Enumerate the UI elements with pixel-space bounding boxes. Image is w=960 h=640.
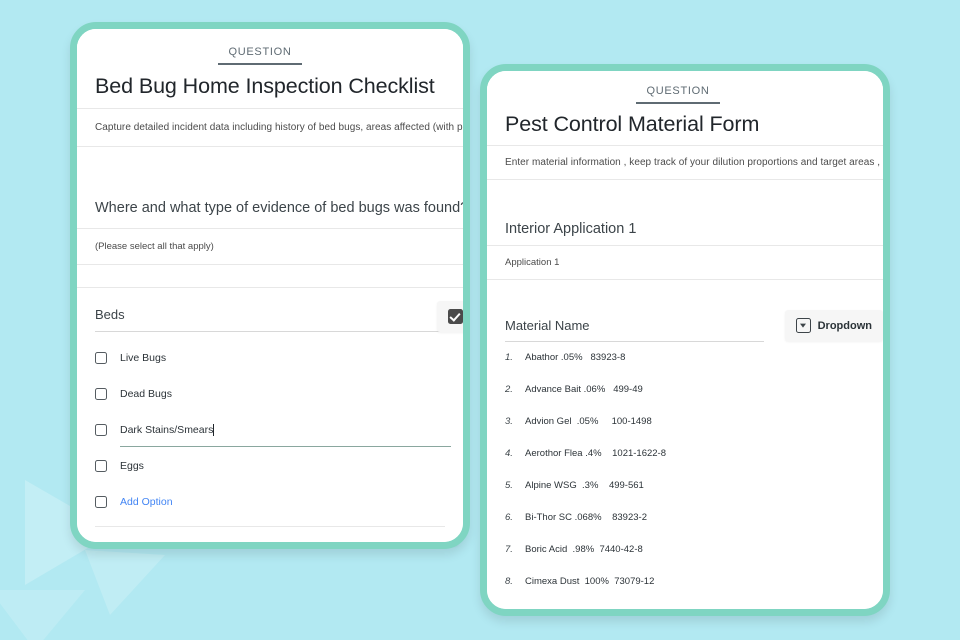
option-label: Eggs [120, 460, 144, 472]
option-row-dark-stains[interactable]: Dark Stains/Smears [95, 412, 451, 448]
option-row-add-option[interactable]: Add Option [95, 484, 445, 520]
option-edit-underline [120, 445, 451, 447]
form-title: Bed Bug Home Inspection Checklist [95, 74, 435, 98]
card-1-title-row: Bed Bug Home Inspection Checklist [77, 65, 463, 109]
material-number: 8. [505, 576, 513, 587]
text-cursor [213, 424, 215, 436]
option-label-editing[interactable]: Dark Stains/Smears [120, 424, 213, 436]
dropdown-type-chip[interactable]: Dropdown [784, 310, 883, 341]
question-text: Where and what type of evidence of bed b… [95, 199, 463, 216]
card-1-divider-gap [77, 265, 463, 288]
card-bed-bug-checklist: QUESTION Bed Bug Home Inspection Checkli… [70, 22, 470, 549]
material-number: 9. [505, 608, 525, 609]
form-title: Pest Control Material Form [505, 112, 760, 136]
card-2-description-row: Enter material information , keep track … [487, 146, 883, 180]
material-text: Bi-Thor SC .068% 83923-2 [525, 512, 647, 523]
material-row[interactable]: 7. Boric Acid .98% 7440-42-8 [505, 544, 865, 576]
material-text: Boric Acid .98% 7440-42-8 [525, 544, 643, 555]
material-number: 3. [505, 416, 513, 427]
card-1-description-row: Capture detailed incident data including… [77, 109, 463, 147]
checkbox-type-chip[interactable]: C [437, 301, 463, 332]
option-row-dead-bugs[interactable]: Dead Bugs [95, 376, 445, 412]
material-text: Aerothor Flea .4% 1021-1622-8 [525, 448, 667, 459]
material-number: 5. [505, 480, 513, 491]
material-row[interactable]: 4. Aerothor Flea .4% 1021-1622-8 [505, 448, 865, 480]
checkbox-icon[interactable] [95, 388, 107, 400]
material-text: Advion Gel .05% 100-1498 [525, 416, 652, 427]
material-row[interactable]: 9. Demand SC 9.7% 100-1066 [505, 608, 865, 609]
tab-question[interactable]: QUESTION [636, 79, 720, 104]
card-1-hint-row: (Please select all that apply) [77, 229, 463, 265]
material-row[interactable]: 5. Alpine WSG .3% 499-561 [505, 480, 865, 512]
field-label-beds: Beds [95, 307, 125, 322]
material-number: 4. [505, 448, 513, 459]
card-2-content: QUESTION Pest Control Material Form Ente… [487, 71, 883, 609]
card-2-title-row: Pest Control Material Form [487, 104, 883, 146]
material-number: 1. [505, 352, 513, 363]
material-text: Advance Bait .06% 499-49 [525, 384, 643, 395]
checkbox-icon[interactable] [95, 496, 107, 508]
form-description: Enter material information , keep track … [505, 157, 883, 168]
card-2-spacer-row-2 [487, 280, 883, 310]
checkbox-icon[interactable] [95, 424, 107, 436]
card-1-content: QUESTION Bed Bug Home Inspection Checkli… [77, 29, 463, 542]
material-row[interactable]: 2. Advance Bait .06% 499-49 [505, 384, 865, 416]
card-2-field-block: Material Name Dropdown [487, 310, 883, 342]
screenshot-canvas: QUESTION Bed Bug Home Inspection Checkli… [0, 0, 960, 640]
material-row[interactable]: 1. Abathor .05% 83923-8 [505, 352, 865, 384]
section-subtitle: Application 1 [505, 257, 560, 268]
material-row[interactable]: 6. Bi-Thor SC .068% 83923-2 [505, 512, 865, 544]
material-row[interactable]: 8. Cimexa Dust 100% 73079-12 [505, 576, 865, 608]
card-1-divider-gap-2 [77, 288, 463, 298]
card-1-bottom-divider [95, 526, 445, 527]
option-row-eggs[interactable]: Eggs [95, 448, 445, 484]
card-2-section-subtitle-row: Application 1 [487, 246, 883, 280]
field-label-material-name: Material Name [505, 318, 590, 333]
form-description: Capture detailed incident data including… [95, 122, 463, 133]
option-label: Live Bugs [120, 352, 167, 364]
options-list: Live Bugs Dead Bugs Dark Stains/Smears E… [77, 332, 463, 520]
material-text: Alpine WSG .3% 499-561 [525, 480, 644, 491]
material-number: 2. [505, 384, 513, 395]
checkbox-checked-icon [448, 309, 463, 324]
question-hint: (Please select all that apply) [95, 241, 214, 252]
material-text: Cimexa Dust 100% 73079-12 [525, 576, 655, 587]
card-2-section-title-row: Interior Application 1 [487, 212, 883, 246]
material-text: Demand SC 9.7% 100-1066 [525, 608, 646, 609]
card-2-spacer-row [487, 180, 883, 212]
card-1-spacer-row [77, 147, 463, 187]
section-title: Interior Application 1 [505, 220, 637, 237]
option-label: Dead Bugs [120, 388, 172, 400]
tab-question[interactable]: QUESTION [218, 40, 302, 65]
checkbox-icon[interactable] [95, 460, 107, 472]
card-1-tabbar: QUESTION [77, 29, 463, 65]
checkbox-icon[interactable] [95, 352, 107, 364]
material-number: 7. [505, 544, 513, 555]
dropdown-chip-label: Dropdown [817, 319, 872, 332]
card-1-field-block: Beds C [77, 298, 463, 332]
add-option-link[interactable]: Add Option [120, 496, 173, 508]
dropdown-icon [795, 318, 811, 333]
card-1-question-row: Where and what type of evidence of bed b… [77, 187, 463, 229]
material-text: Abathor .05% 83923-8 [525, 352, 626, 363]
card-2-tabbar: QUESTION [487, 71, 883, 104]
material-row[interactable]: 3. Advion Gel .05% 100-1498 [505, 416, 865, 448]
materials-list: 1. Abathor .05% 83923-8 2. Advance Bait … [487, 342, 883, 609]
option-row-live-bugs[interactable]: Live Bugs [95, 340, 445, 376]
card-pest-control-material-form: QUESTION Pest Control Material Form Ente… [480, 64, 890, 616]
material-number: 6. [505, 512, 513, 523]
